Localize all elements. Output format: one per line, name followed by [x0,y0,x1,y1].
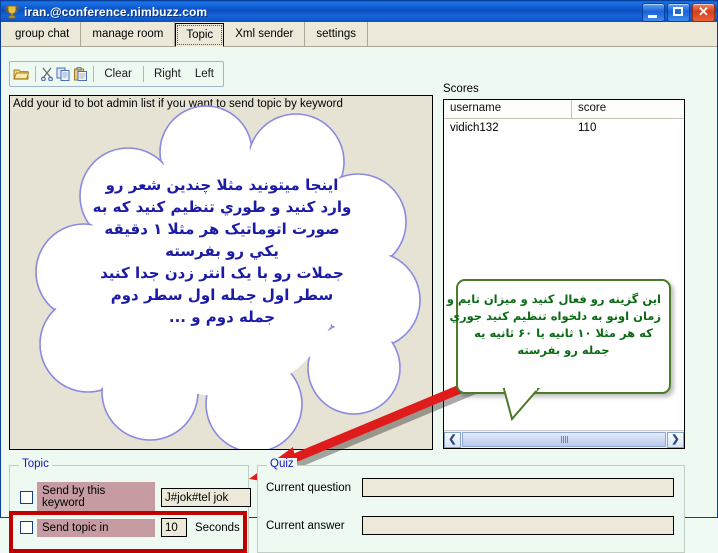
cell-username: vidich132 [444,122,572,134]
callout-line-4: جمله رو بفرسته [466,342,661,359]
cloud-line-2: وارد کنید و طوري تنظیم کنید که به [10,196,433,218]
cloud-text: اینجا میتونید مثلا چندین شعر رو وارد کنی… [10,174,433,328]
cloud-line-6: سطر اول جمله اول سطر دوم [10,284,433,306]
cloud-line-4: یکي رو بفرسته [10,240,433,262]
main-content: Clear Right Left Add your id to bot admi… [1,47,717,517]
topic-editor[interactable]: Add your id to bot admin list if you wan… [9,95,433,450]
scores-list[interactable]: username score vidich132 110 ❮ ❯ [443,99,685,449]
open-folder-icon[interactable] [13,64,30,84]
callout-line-1: این گزینه رو فعال کنید و میزان تایم و [466,291,661,308]
send-by-keyword-checkbox[interactable] [20,491,33,504]
callout-tail-icon [498,389,558,421]
left-align-button[interactable]: Left [189,68,220,80]
green-callout: این گزینه رو فعال کنید و میزان تایم و زم… [456,279,671,394]
tab-xml-sender[interactable]: Xml sender [224,22,305,46]
keyword-input[interactable]: J#jok#tel jok [161,488,251,507]
copy-icon[interactable] [56,64,71,84]
red-highlight-box [9,511,247,553]
cloud-line-1: اینجا میتونید مثلا چندین شعر رو [10,174,433,196]
right-align-button[interactable]: Right [148,68,187,80]
callout-line-2: زمان اونو به دلخواه تنظیم کنید جوري [466,308,661,325]
table-row[interactable]: vidich132 110 [444,119,684,137]
cloud-callout: اینجا میتونید مثلا چندین شعر رو وارد کنی… [10,104,433,449]
scissors-icon[interactable] [40,64,54,84]
column-header-username[interactable]: username [444,100,572,118]
scores-label: Scores [443,83,479,95]
trophy-icon [4,4,20,20]
send-by-keyword-row: Send by this keyword J#jok#tel jok [20,482,251,512]
tab-group-chat[interactable]: group chat [3,22,81,46]
window-controls: ✕ [642,3,715,22]
tab-manage-room[interactable]: manage room [81,22,175,46]
cloud-line-7: جمله دوم و ... [10,306,433,328]
clear-button[interactable]: Clear [98,68,137,80]
tab-bar: group chat manage room Topic Xml sender … [1,22,717,47]
scrollbar-thumb[interactable] [462,432,666,447]
minimize-button[interactable] [642,3,665,22]
current-question-label: Current question [266,482,358,494]
cloud-line-3: صورت اتوماتیک هر مثلا ۱ دقیقه [10,218,433,240]
current-question-row: Current question [266,478,674,497]
callout-line-3: که هر مثلا ۱۰ ثانیه یا ۶۰ ثانیه یه [466,325,661,342]
paste-icon[interactable] [73,64,88,84]
cloud-line-5: جملات رو با یک انتر زدن جدا کنید [10,262,433,284]
current-question-input[interactable] [362,478,674,497]
cell-score: 110 [572,122,602,134]
window-title: iran.@conference.nimbuzz.com [24,5,207,19]
scores-header-row: username score [444,100,684,119]
close-button[interactable]: ✕ [692,3,715,22]
quiz-group-title: Quiz [267,458,297,470]
tab-topic[interactable]: Topic [175,23,224,47]
current-answer-label: Current answer [266,520,358,532]
close-icon: ✕ [693,4,714,21]
editor-toolbar: Clear Right Left [9,61,224,87]
tab-settings[interactable]: settings [305,22,368,46]
current-answer-row: Current answer [266,516,674,535]
callout-text: این گزینه رو فعال کنید و میزان تایم و زم… [458,281,669,359]
quiz-group-box: Quiz Current question Current answer [257,465,685,553]
chevron-right-icon[interactable]: ❯ [667,432,684,448]
title-bar: iran.@conference.nimbuzz.com ✕ [1,1,717,22]
scores-horizontal-scrollbar[interactable]: ❮ ❯ [444,430,684,448]
current-answer-input[interactable] [362,516,674,535]
application-window: iran.@conference.nimbuzz.com ✕ group cha… [0,0,718,518]
maximize-button[interactable] [667,3,690,22]
column-header-score[interactable]: score [572,100,612,118]
topic-group-title: Topic [19,458,52,470]
chevron-left-icon[interactable]: ❮ [444,432,461,448]
send-by-keyword-label: Send by this keyword [37,482,155,512]
